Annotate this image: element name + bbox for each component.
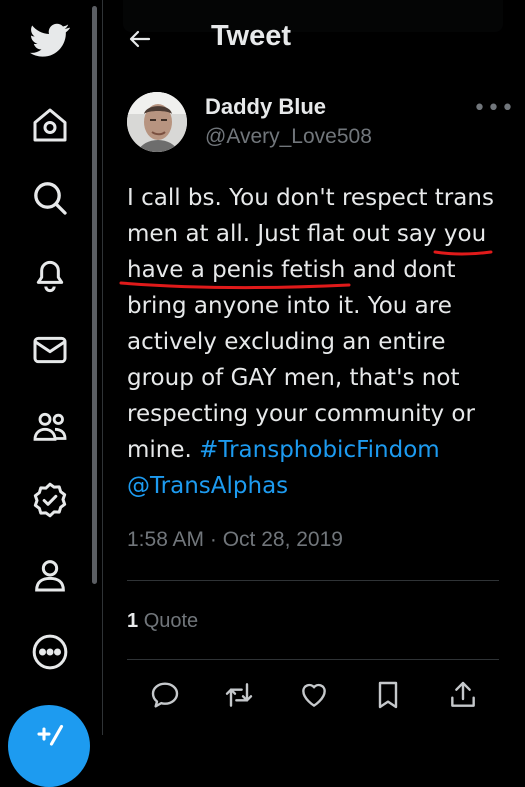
bookmark-icon[interactable] <box>370 676 406 714</box>
compose-tweet-button[interactable] <box>8 705 90 787</box>
mail-icon[interactable] <box>28 328 72 372</box>
tweet-actions <box>135 676 483 716</box>
red-underline-annotation <box>119 250 493 290</box>
sidebar-scrollbar[interactable] <box>92 6 97 584</box>
quote-count[interactable]: 1 Quote <box>127 610 198 633</box>
hashtag-link[interactable]: #TransphobicFindom <box>199 437 440 463</box>
communities-icon[interactable] <box>28 404 72 448</box>
search-icon[interactable] <box>28 176 72 220</box>
tweet-timestamp[interactable]: 1:58 AM · Oct 28, 2019 <box>127 528 343 552</box>
sidebar-nav <box>0 0 102 787</box>
profile-icon[interactable] <box>28 553 72 597</box>
divider <box>127 659 499 660</box>
share-icon[interactable] <box>445 676 481 714</box>
retweet-icon[interactable] <box>221 676 257 714</box>
bell-icon[interactable] <box>28 252 72 296</box>
mention-link[interactable]: @TransAlphas <box>127 473 288 499</box>
compose-icon <box>37 724 64 746</box>
twitter-logo-icon[interactable] <box>28 18 72 62</box>
reply-icon[interactable] <box>147 676 183 714</box>
more-circle-icon[interactable] <box>28 630 72 674</box>
home-icon[interactable] <box>28 103 72 147</box>
divider <box>127 580 499 581</box>
like-icon[interactable] <box>296 676 332 714</box>
quote-count-number: 1 <box>127 610 139 632</box>
quote-count-label: Quote <box>143 610 199 632</box>
verified-icon[interactable] <box>28 478 72 522</box>
tweet-detail-column: Tweet Daddy Blue @Avery_Love508 ••• I ca… <box>103 0 525 735</box>
